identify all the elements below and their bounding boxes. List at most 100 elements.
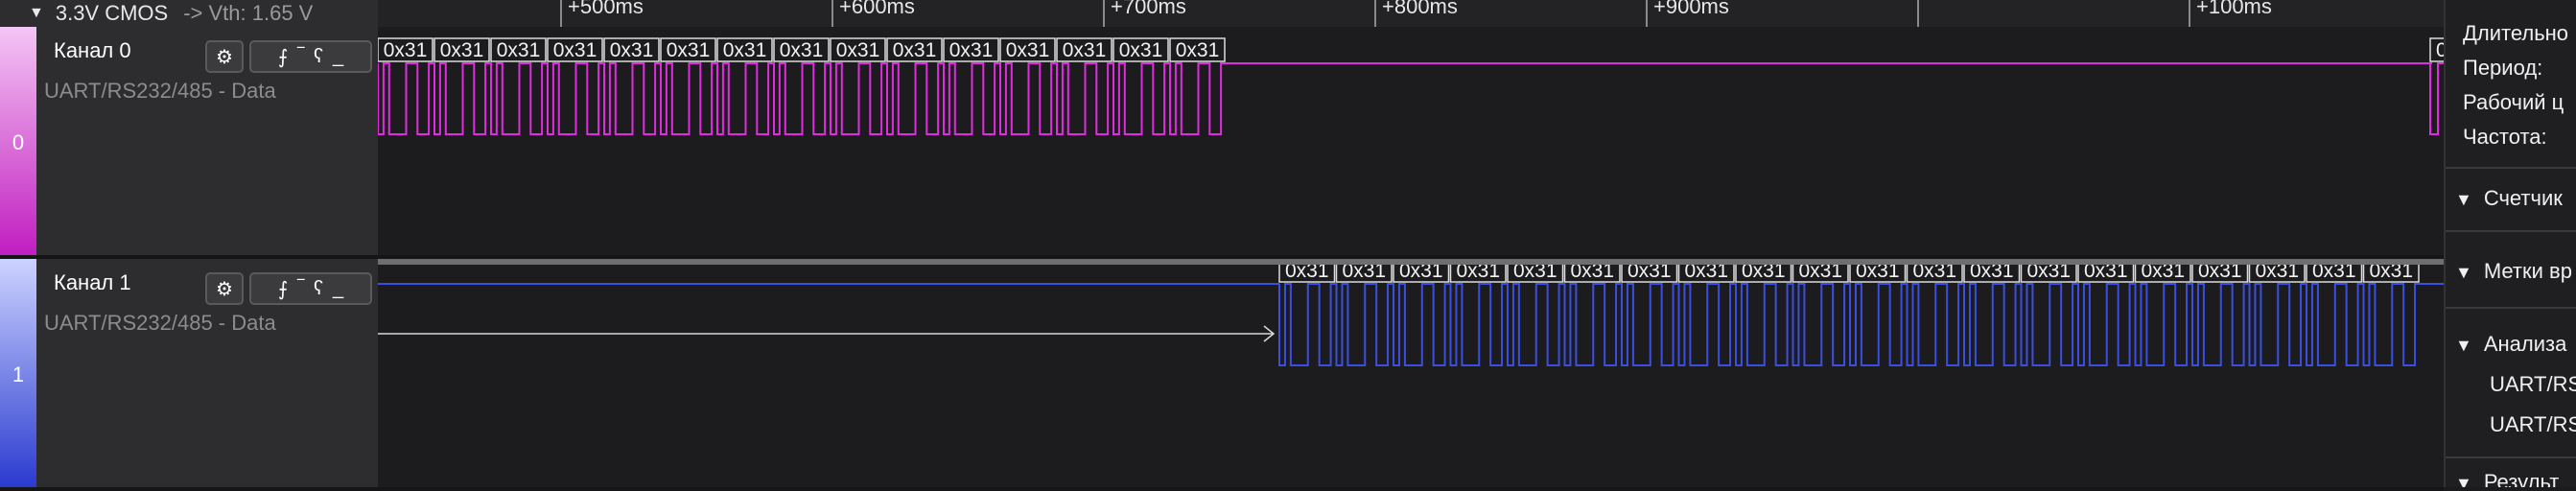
frame-label-text: 0x31 (2141, 265, 2185, 282)
frame-label[interactable]: 0x31 (603, 37, 660, 62)
falling-edge-icon[interactable]: ʕ (314, 278, 323, 300)
frame-label[interactable]: 0x31 (433, 37, 490, 62)
channel-1-track[interactable]: 0x31 0x31 0x31 0x31 0x31 0x31 0x31 0x31 0x31 0x31… (378, 265, 2444, 491)
triangle-down-icon[interactable]: ▼ (2455, 474, 2472, 487)
channel-0-waveform: 0x31 0x31 0x31 0x31 0x31 0x31 0x31 0x31 0x31 0x31… (378, 37, 2444, 135)
frame-label[interactable]: 0x31 (999, 37, 1056, 62)
rising-edge-icon[interactable]: ⨍ (278, 277, 288, 301)
analyzer-item[interactable]: UART/RS (2490, 412, 2576, 437)
frame-label[interactable]: 0x31 (1335, 265, 1393, 283)
frame-label-text: 0x31 (893, 39, 937, 61)
section-divider (2446, 307, 2576, 309)
frame-label-text: 0x31 (1912, 265, 1956, 282)
frame-label[interactable]: 0x31 (2306, 265, 2363, 283)
frame-label-text: 0x31 (836, 39, 880, 61)
frame-label[interactable]: 0x31 (2134, 265, 2191, 283)
frame-label[interactable]: 0x31 (830, 37, 886, 62)
frame-label[interactable]: 0x31 (1563, 265, 1621, 283)
frame-label[interactable]: 0x31 (660, 37, 716, 62)
frame-label[interactable]: 0x31 (1621, 265, 1678, 283)
gear-icon[interactable]: ⚙ (205, 272, 244, 305)
section-analyzers[interactable]: ▼ Анализа (2446, 332, 2576, 357)
time-ruler[interactable]: +500ms +600ms +700ms +800ms +900ms +100ms (378, 0, 2444, 27)
frame-label-text: 0x31 (723, 39, 767, 61)
channel-1-index: 1 (12, 362, 25, 386)
frame-label[interactable]: 0x31 (943, 37, 999, 62)
frame-label[interactable]: 0x31 (1393, 265, 1450, 283)
channel-1-panel: 1 Канал 1 UART/RS232/485 - Data ⚙ ⨍ ‾ ʕ … (0, 259, 378, 491)
frame-label[interactable]: 0x31 (2020, 265, 2077, 283)
channel-1-name[interactable]: Канал 1 (54, 270, 131, 295)
high-level-icon[interactable]: ‾ (297, 278, 304, 300)
threshold-label: -> Vth: 1.65 V (183, 1, 314, 25)
triangle-down-icon[interactable]: ▼ (2455, 190, 2472, 210)
falling-edge-icon[interactable]: ʕ (314, 46, 323, 68)
section-results[interactable]: ▼ Результ (2446, 470, 2576, 487)
frame-label[interactable]: 0x31 (1169, 37, 1226, 62)
channel-0-index: 0 (12, 130, 25, 154)
frame-label-text: 0x31 (2084, 265, 2128, 282)
frame-label[interactable]: 0x31 (2362, 265, 2420, 283)
low-level-icon[interactable]: _ (333, 278, 343, 300)
frame-label-text: 0x31 (2026, 265, 2071, 282)
top-bar: ▼ 3.3V CMOS -> Vth: 1.65 V +500ms +600ms +… (0, 0, 2444, 27)
frame-label[interactable]: 0x31 (2191, 265, 2249, 283)
frame-label[interactable]: 0x31 (1507, 265, 1564, 283)
ruler-tick-label: +800ms (1382, 0, 1458, 18)
section-timestamps[interactable]: ▼ Метки вр (2446, 259, 2576, 284)
frame-label[interactable]: 0x31 (1278, 265, 1336, 283)
frame-label[interactable]: 0x31 (2429, 37, 2444, 62)
ruler-tick-label: +700ms (1111, 0, 1186, 18)
rising-edge-icon[interactable]: ⨍ (278, 45, 288, 69)
ruler-tick: +800ms (1374, 0, 1458, 27)
triangle-down-icon[interactable]: ▼ (2455, 263, 2472, 283)
trigger-buttons[interactable]: ⨍ ‾ ʕ _ (249, 272, 372, 305)
frame-label[interactable]: 0x31 (1906, 265, 1963, 283)
voltage-standard-label: 3.3V CMOS (55, 1, 169, 25)
frame-label[interactable]: 0x31 (886, 37, 943, 62)
frame-label-text: 0x31 (1684, 265, 1728, 282)
triangle-down-icon[interactable]: ▼ (29, 5, 44, 22)
trigger-buttons[interactable]: ⨍ ‾ ʕ _ (249, 40, 372, 73)
channel-0-signal-tail (2429, 62, 2444, 135)
ruler-tick: +900ms (1646, 0, 1729, 27)
analyzer-item[interactable]: UART/RS (2490, 372, 2576, 397)
frame-label[interactable]: 0x31 (773, 37, 830, 62)
frame-label[interactable]: 0x31 (378, 37, 433, 62)
ruler-tick: +500ms (560, 0, 644, 27)
frame-label[interactable]: 0x31 (1449, 265, 1507, 283)
ruler-tick (1917, 0, 1919, 27)
channel-0-track[interactable]: 0x31 0x31 0x31 0x31 0x31 0x31 0x31 0x31 0x31 0x31… (378, 27, 2444, 259)
low-level-icon[interactable]: _ (333, 46, 343, 68)
frame-label[interactable]: 0x31 (1791, 265, 1849, 283)
ruler-tick-label: +100ms (2196, 0, 2272, 18)
frame-label[interactable]: 0x31 (1056, 37, 1112, 62)
frame-label-text: 0x31 (1513, 265, 1557, 282)
frame-label[interactable]: 0x31 (1677, 265, 1735, 283)
frame-label-text: 0x31 (440, 39, 484, 61)
channel-1-waveform: 0x31 0x31 0x31 0x31 0x31 0x31 0x31 0x31 0x31 0x31… (378, 265, 2444, 366)
channel-0-name[interactable]: Канал 0 (54, 38, 131, 63)
high-level-icon[interactable]: ‾ (297, 46, 304, 68)
frame-label-text: 0x31 (610, 39, 654, 61)
frame-label[interactable]: 0x31 (490, 37, 547, 62)
frame-label-text: 0x31 (2312, 265, 2356, 282)
frame-label[interactable]: 0x31 (547, 37, 603, 62)
frame-label[interactable]: 0x31 (716, 37, 773, 62)
gear-icon[interactable]: ⚙ (205, 40, 244, 73)
frame-label-text: 0x31 (1742, 265, 1786, 282)
frame-label[interactable]: 0x31 (2077, 265, 2135, 283)
frame-label-text: 0x31 (2255, 265, 2299, 282)
frame-label[interactable]: 0x31 (1849, 265, 1907, 283)
channel-0-signal (378, 62, 2432, 135)
frame-label[interactable]: 0x31 (1963, 265, 2021, 283)
frame-label[interactable]: 0x31 (1112, 37, 1169, 62)
channel-group-header[interactable]: ▼ 3.3V CMOS -> Vth: 1.65 V (0, 0, 378, 27)
frame-label-text: 0x31 (1285, 265, 1329, 282)
section-counter[interactable]: ▼ Счетчик (2446, 186, 2576, 211)
triangle-down-icon[interactable]: ▼ (2455, 336, 2472, 356)
frame-label-text: 0x31 (1798, 265, 1842, 282)
frame-label[interactable]: 0x31 (1735, 265, 1792, 283)
frame-label[interactable]: 0x31 (2248, 265, 2306, 283)
frame-label-text: 0x31 (1856, 265, 1900, 282)
